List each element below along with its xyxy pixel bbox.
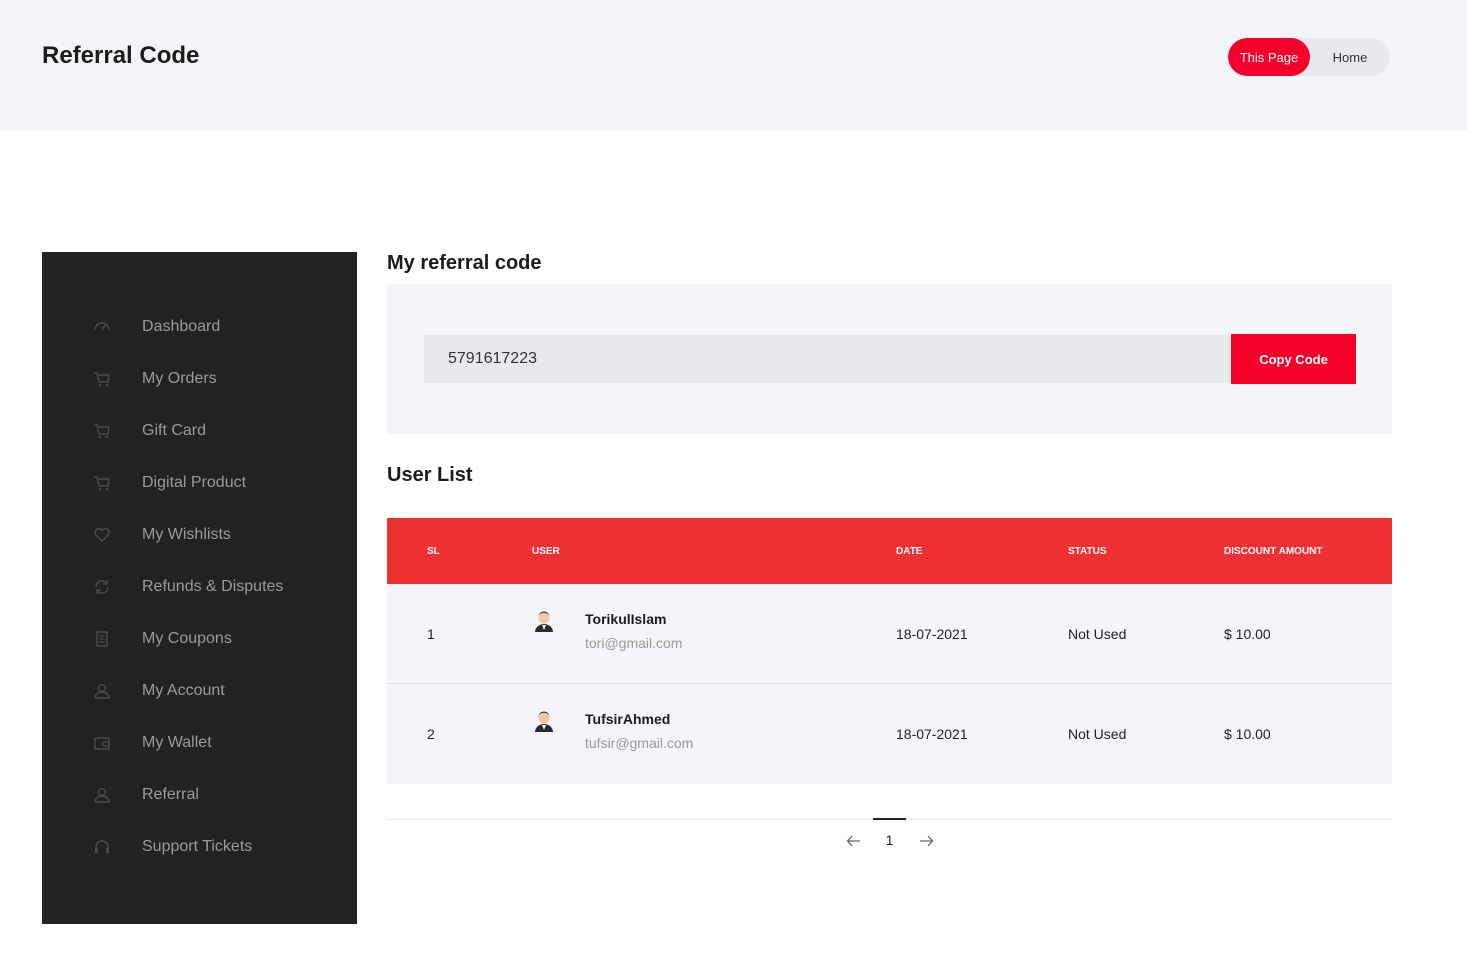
dashboard-icon — [92, 317, 112, 337]
cart-icon — [92, 369, 112, 389]
wallet-icon — [92, 733, 112, 753]
column-header-sl: SL — [427, 545, 440, 557]
breadcrumb-home[interactable]: Home — [1310, 38, 1390, 76]
sidebar-item-label: Support Tickets — [142, 838, 253, 855]
column-header-user: USER — [532, 545, 560, 557]
cell-date: 18-07-2021 — [896, 626, 968, 642]
table-row: 1 TorikulIslam tori@gmail.com 18-07-2021… — [387, 584, 1392, 684]
sidebar-item-my-orders[interactable]: My Orders — [42, 359, 357, 399]
sidebar-item-support-tickets[interactable]: Support Tickets — [42, 827, 357, 867]
coupon-icon — [92, 629, 112, 649]
sidebar-item-label: Digital Product — [142, 474, 247, 491]
user-name: TorikulIslam — [585, 611, 667, 627]
cell-discount-amount: $ 10.00 — [1224, 626, 1271, 642]
sidebar-item-label: Gift Card — [142, 422, 207, 439]
page-title: Referral Code — [42, 42, 200, 69]
cell-status: Not Used — [1068, 726, 1127, 742]
user-icon — [92, 681, 112, 701]
table-header: SL USER DATE STATUS DISCOUNT AMOUNT — [387, 518, 1392, 584]
cart-icon — [92, 473, 112, 493]
arrow-right-icon[interactable] — [917, 832, 935, 850]
sidebar-item-label: Refunds & Disputes — [142, 578, 284, 595]
sidebar-item-label: Dashboard — [142, 318, 221, 335]
sidebar-item-label: My Wallet — [142, 734, 212, 751]
sidebar-item-label: Referral — [142, 786, 199, 803]
copy-code-button[interactable]: Copy Code — [1231, 334, 1356, 384]
sidebar-item-referral[interactable]: Referral — [42, 775, 357, 815]
heart-icon — [92, 525, 112, 545]
column-header-status: STATUS — [1068, 545, 1107, 557]
sidebar-item-dashboard[interactable]: Dashboard — [42, 307, 357, 347]
cell-status: Not Used — [1068, 626, 1127, 642]
refresh-icon — [92, 577, 112, 597]
pagination-page[interactable]: 1 — [873, 832, 906, 848]
sidebar: Dashboard My Orders Gift Card Digital Pr… — [42, 252, 357, 924]
cell-sl: 2 — [427, 726, 435, 742]
sidebar-item-label: My Orders — [142, 370, 217, 387]
column-header-date: DATE — [896, 545, 923, 557]
breadcrumb-this-page[interactable]: This Page — [1228, 38, 1310, 76]
referral-code-field[interactable]: 5791617223 — [424, 335, 1231, 383]
sidebar-item-my-coupons[interactable]: My Coupons — [42, 619, 357, 659]
avatar — [532, 708, 556, 732]
user-list-table: SL USER DATE STATUS DISCOUNT AMOUNT 1 To… — [387, 518, 1392, 784]
avatar — [532, 608, 556, 632]
sidebar-item-label: My Wishlists — [142, 526, 231, 543]
headset-icon — [92, 837, 112, 857]
sidebar-item-label: My Coupons — [142, 630, 232, 647]
table-row: 2 TufsirAhmed tufsir@gmail.com 18-07-202… — [387, 684, 1392, 784]
pagination-active-indicator — [873, 818, 906, 820]
referral-section-title: My referral code — [387, 252, 542, 274]
referral-code-panel: 5791617223 Copy Code — [387, 284, 1392, 434]
user-list-title: User List — [387, 464, 473, 486]
user-icon — [92, 785, 112, 805]
cell-date: 18-07-2021 — [896, 726, 968, 742]
sidebar-item-my-wishlists[interactable]: My Wishlists — [42, 515, 357, 555]
sidebar-item-gift-card[interactable]: Gift Card — [42, 411, 357, 451]
sidebar-item-label: My Account — [142, 682, 225, 699]
column-header-discount-amount: DISCOUNT AMOUNT — [1224, 545, 1323, 557]
cell-sl: 1 — [427, 626, 435, 642]
sidebar-item-my-account[interactable]: My Account — [42, 671, 357, 711]
breadcrumb: This Page Home — [1228, 38, 1390, 76]
sidebar-item-refunds-disputes[interactable]: Refunds & Disputes — [42, 567, 357, 607]
user-email: tufsir@gmail.com — [585, 735, 694, 751]
page-header: Referral Code This Page Home — [0, 0, 1467, 131]
arrow-left-icon[interactable] — [845, 832, 863, 850]
user-email: tori@gmail.com — [585, 635, 683, 651]
cell-discount-amount: $ 10.00 — [1224, 726, 1271, 742]
sidebar-item-digital-product[interactable]: Digital Product — [42, 463, 357, 503]
cart-icon — [92, 421, 112, 441]
user-name: TufsirAhmed — [585, 711, 671, 727]
sidebar-item-my-wallet[interactable]: My Wallet — [42, 723, 357, 763]
